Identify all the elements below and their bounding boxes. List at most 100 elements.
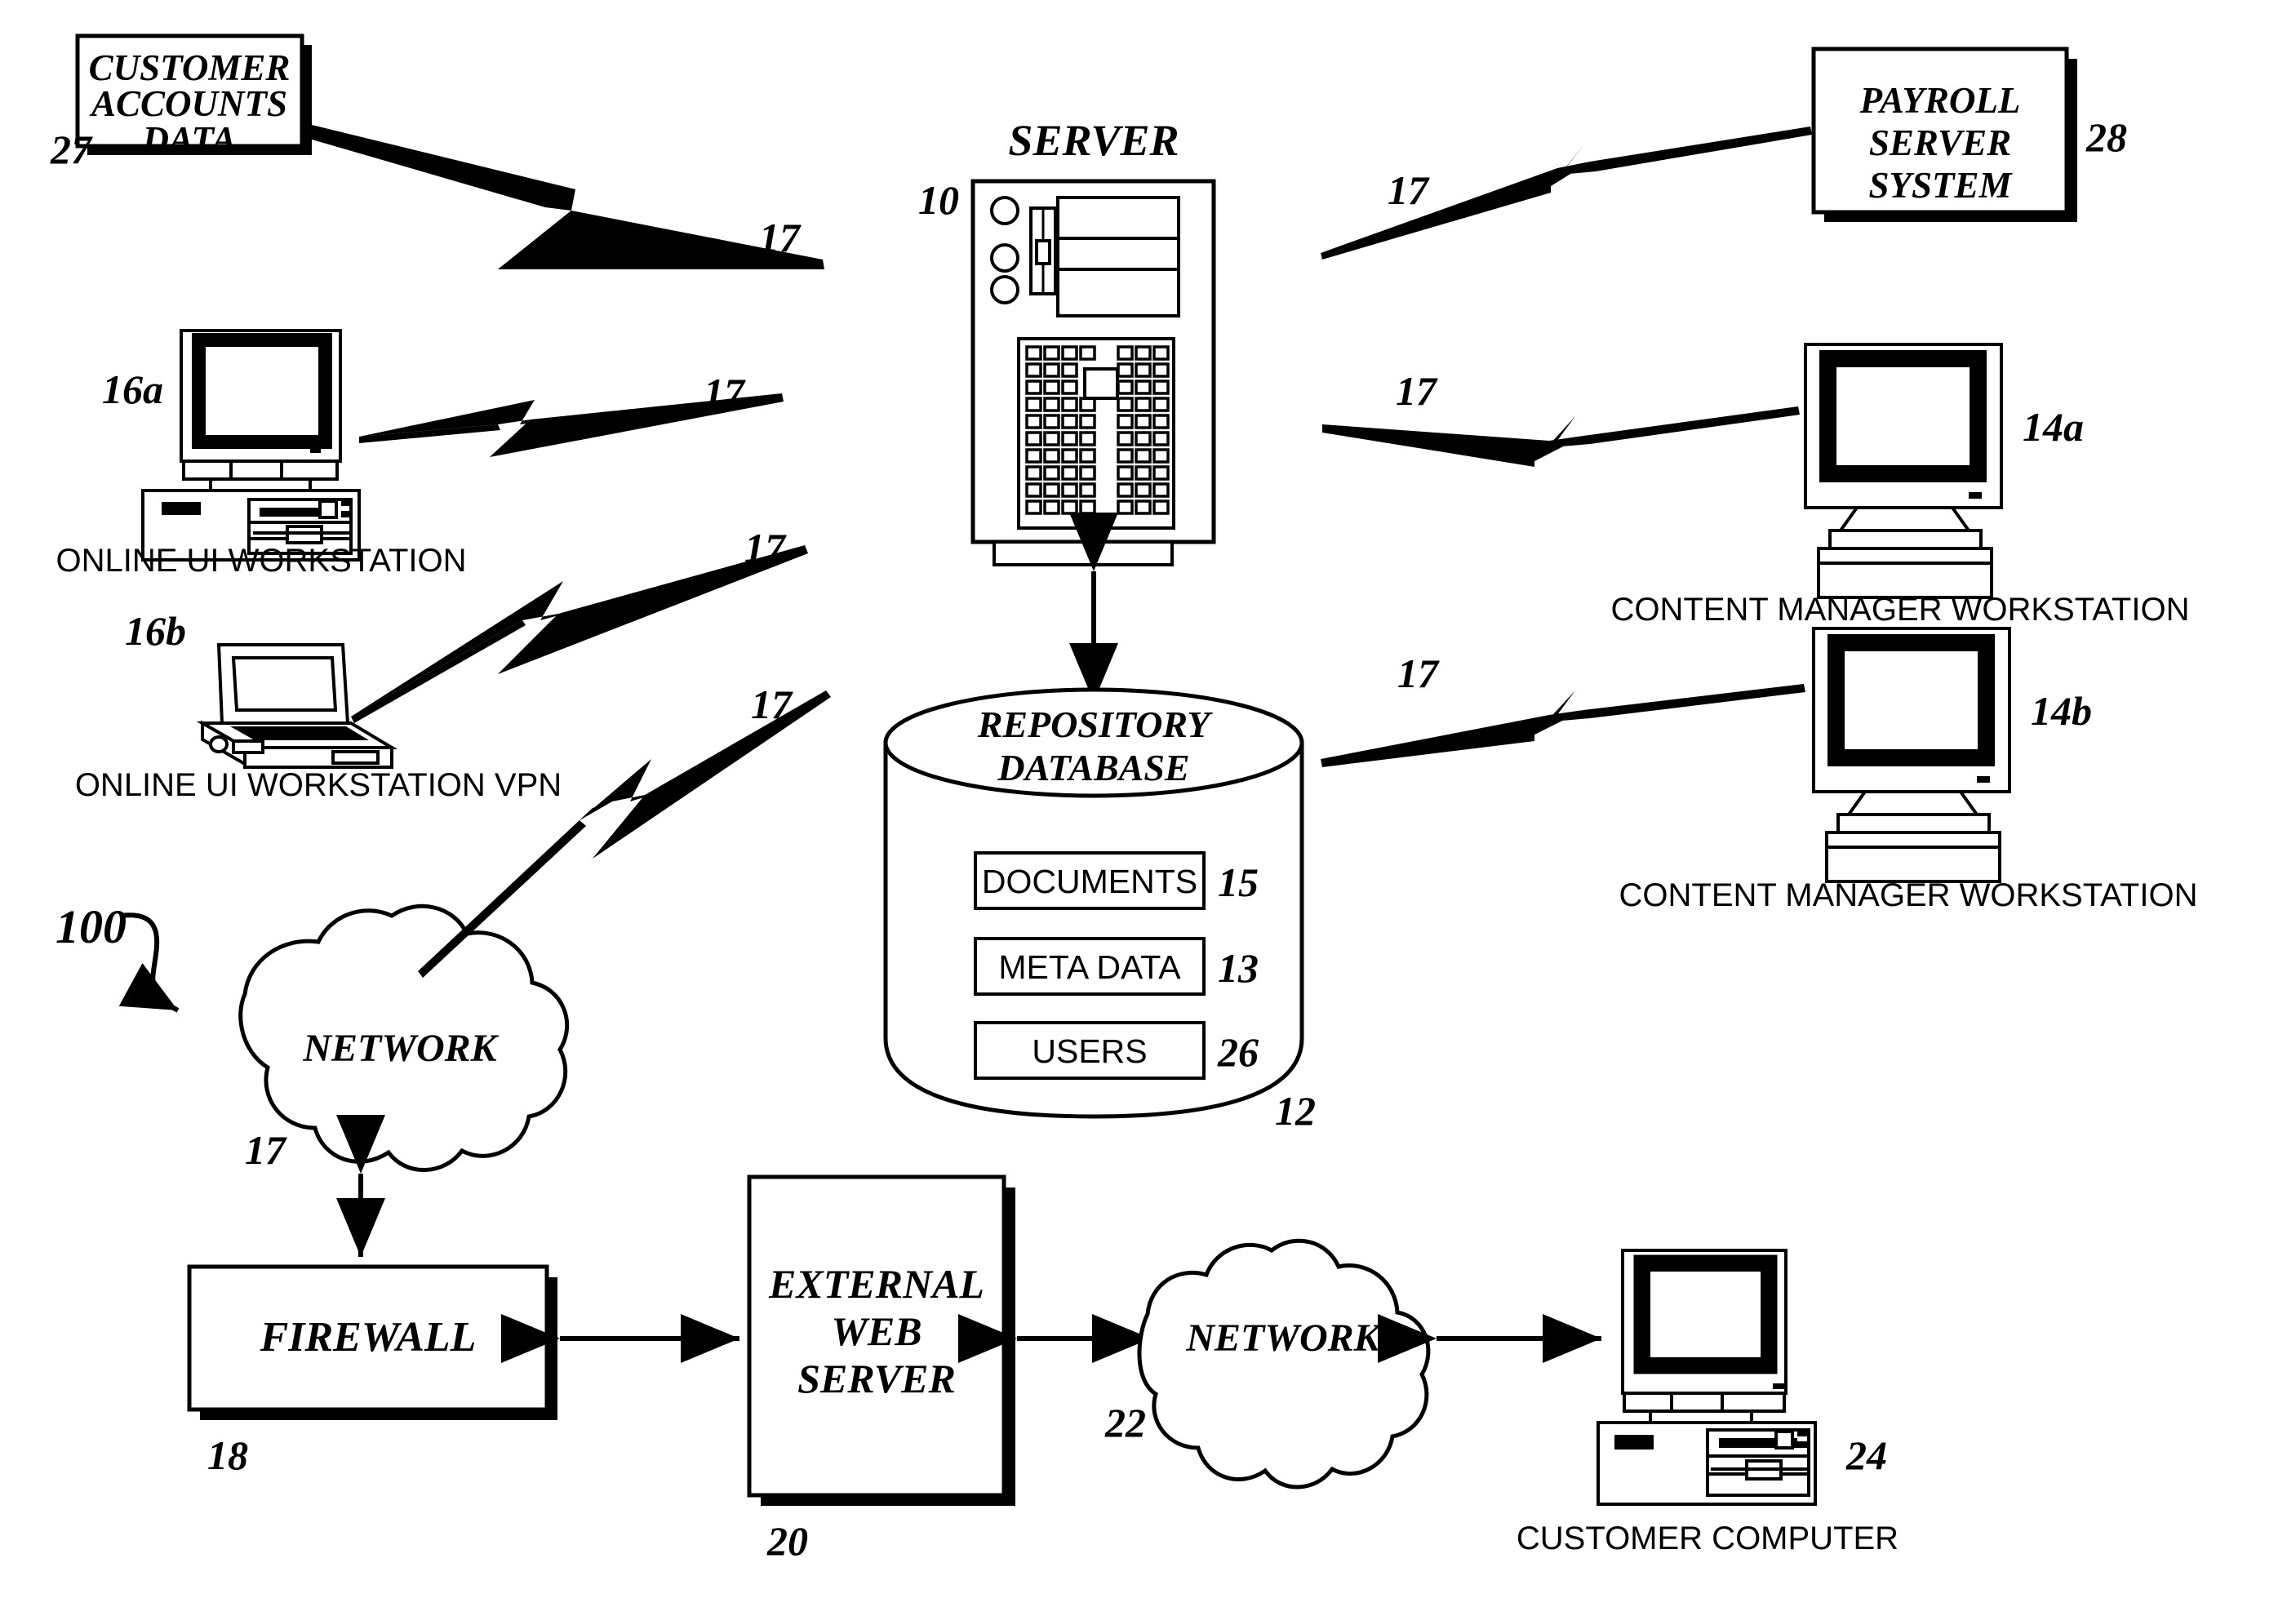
external-web-server-node[interactable]: EXTERNAL WEB SERVER 20 (747, 1174, 1015, 1564)
server-vent-cell (1025, 431, 1042, 446)
server-vent-cell (1079, 465, 1096, 481)
monitor-led-16a (310, 447, 321, 453)
server-vent-cell (1152, 397, 1170, 412)
customer-computer-caption: CUSTOMER COMPUTER (1517, 1521, 1899, 1556)
monitor-base-16a (182, 459, 339, 481)
power-button-24[interactable] (1774, 1430, 1794, 1450)
base-badge-16a (162, 502, 201, 515)
ref-22: 22 (1104, 1400, 1146, 1445)
monitor-screen-24 (1650, 1272, 1761, 1357)
server-vent-cell (1043, 397, 1060, 412)
server-vent-cell (1079, 482, 1096, 498)
monitor-screen-14b (1845, 651, 1978, 749)
network-cloud-bottom-label: NETWORK (1185, 1316, 1382, 1360)
laptop-port-16b (209, 735, 229, 753)
ref-17-16a: 17 (704, 370, 746, 415)
link-16a-to-server: 17 (359, 370, 784, 457)
ref-17-cloud: 17 (245, 1127, 287, 1173)
server-vent-cell (1043, 414, 1060, 429)
server-vent-cell (1061, 345, 1078, 361)
repository-title-2: DATABASE (997, 747, 1189, 788)
server-vent-cell (1152, 448, 1170, 464)
server-vent-cell (1135, 431, 1152, 446)
customer-accounts-data-node[interactable]: CUSTOMER ACCOUNTS DATA 27 (50, 33, 312, 172)
ref-18: 18 (207, 1432, 248, 1478)
server-vent-cell (1117, 431, 1134, 446)
server-vent-cell (1117, 482, 1134, 498)
server-vent-cell (1117, 362, 1134, 378)
laptop-screen-16b (231, 656, 338, 712)
server-vent-cell (1079, 448, 1096, 464)
ews-label-2: WEB (831, 1308, 922, 1354)
monitor-stand-24 (1649, 1410, 1753, 1424)
server-node[interactable]: SERVER 10 (918, 116, 1216, 566)
firewall-node[interactable]: FIREWALL 18 (187, 1264, 557, 1478)
server-base-foot (993, 540, 1174, 566)
content-manager-workstation-b-node[interactable]: 14b CONTENT MANAGER WORKSTATION (1619, 627, 2198, 913)
server-vent-cell (1025, 465, 1042, 481)
online-ui-workstation-node[interactable]: 16a ONLINE UI WORKSTATION (56, 329, 467, 579)
server-vent-cell (1117, 345, 1134, 361)
server-vent-cell (1061, 499, 1078, 515)
network-cloud-bottom-node[interactable]: NETWORK 22 (1104, 1238, 1431, 1489)
ref-14a: 14a (2023, 404, 2084, 450)
content-manager-workstation-b-caption: CONTENT MANAGER WORKSTATION (1619, 877, 2198, 913)
ref-16a: 16a (102, 366, 163, 412)
server-vent-cell (1025, 414, 1042, 429)
ref-16b: 16b (125, 608, 186, 654)
link-server-to-cm14b: 17 (1321, 650, 1805, 767)
network-cloud-bottom-shape (1137, 1238, 1431, 1489)
server-vent-cell (1152, 414, 1170, 429)
server-vent-cell (1135, 414, 1152, 429)
server-vent-cell (1043, 345, 1060, 361)
ref-100: 100 (56, 900, 127, 953)
server-vent-cell (1061, 448, 1078, 464)
server-vent-cell (1043, 499, 1060, 515)
content-manager-workstation-a-caption: CONTENT MANAGER WORKSTATION (1611, 592, 2190, 628)
server-vent-cell (1061, 397, 1078, 412)
indicator-b-16a (341, 511, 353, 517)
server-vent-cell (1061, 414, 1078, 429)
customer-accounts-data-label-2: ACCOUNTS (89, 83, 287, 124)
server-vent-cell (1117, 499, 1134, 515)
ref-26: 26 (1217, 1029, 1259, 1075)
ref-12: 12 (1275, 1088, 1316, 1134)
keyboard-mid-14b (1825, 831, 2001, 849)
customer-computer-node[interactable]: 24 CUSTOMER COMPUTER (1517, 1249, 1899, 1556)
payroll-label-3: SYSTEM (1868, 165, 2013, 206)
server-vent-cell (1061, 431, 1078, 446)
monitor-led-14b (1977, 776, 1990, 783)
server-vent-cell (1043, 380, 1060, 395)
monitor-led-14a (1969, 492, 1982, 499)
monitor-screen-14a (1836, 367, 1970, 465)
figure-canvas: CUSTOMER ACCOUNTS DATA 27 17 16a ONLINE … (0, 0, 2296, 1616)
monitor-screen-16a (206, 347, 318, 435)
indicator-b-24 (1797, 1441, 1809, 1448)
server-slot-button[interactable] (1035, 239, 1051, 265)
server-vent-cell (1061, 380, 1078, 395)
power-button-16a[interactable] (318, 499, 338, 519)
payroll-label-1: PAYROLL (1859, 80, 2021, 121)
content-manager-workstation-a-node[interactable]: 14a CONTENT MANAGER WORKSTATION (1611, 343, 2190, 628)
customer-accounts-data-label-3: DATA (141, 119, 236, 160)
repository-database-node[interactable]: REPOSITORY DATABASE DOCUMENTS 15 META DA… (883, 687, 1316, 1134)
ref-10: 10 (918, 177, 959, 223)
system-ref-100: 100 (56, 900, 180, 1013)
indicator-a-24 (1797, 1430, 1809, 1436)
keyboard-upper-14a (1828, 529, 1983, 550)
ref-17-accounts: 17 (759, 215, 802, 260)
ref-14b: 14b (2031, 688, 2092, 734)
server-vent-cell (1152, 482, 1170, 498)
server-vent-center (1083, 367, 1119, 400)
diagram-svg: CUSTOMER ACCOUNTS DATA 27 17 16a ONLINE … (50, 33, 2198, 1564)
server-vent-cell (1135, 345, 1152, 361)
ref-20: 20 (766, 1518, 808, 1564)
network-cloud-top-node[interactable]: NETWORK 17 (238, 903, 570, 1173)
ref-17-payroll: 17 (1388, 167, 1430, 213)
monitor-stand-14a (1837, 506, 1972, 532)
server-vent-cell (1135, 482, 1152, 498)
payroll-server-system-node[interactable]: PAYROLL SERVER SYSTEM 28 (1811, 47, 2127, 222)
server-vent-cell (1043, 448, 1060, 464)
firewall-label: FIREWALL (260, 1314, 477, 1361)
ref-27: 27 (50, 127, 93, 172)
